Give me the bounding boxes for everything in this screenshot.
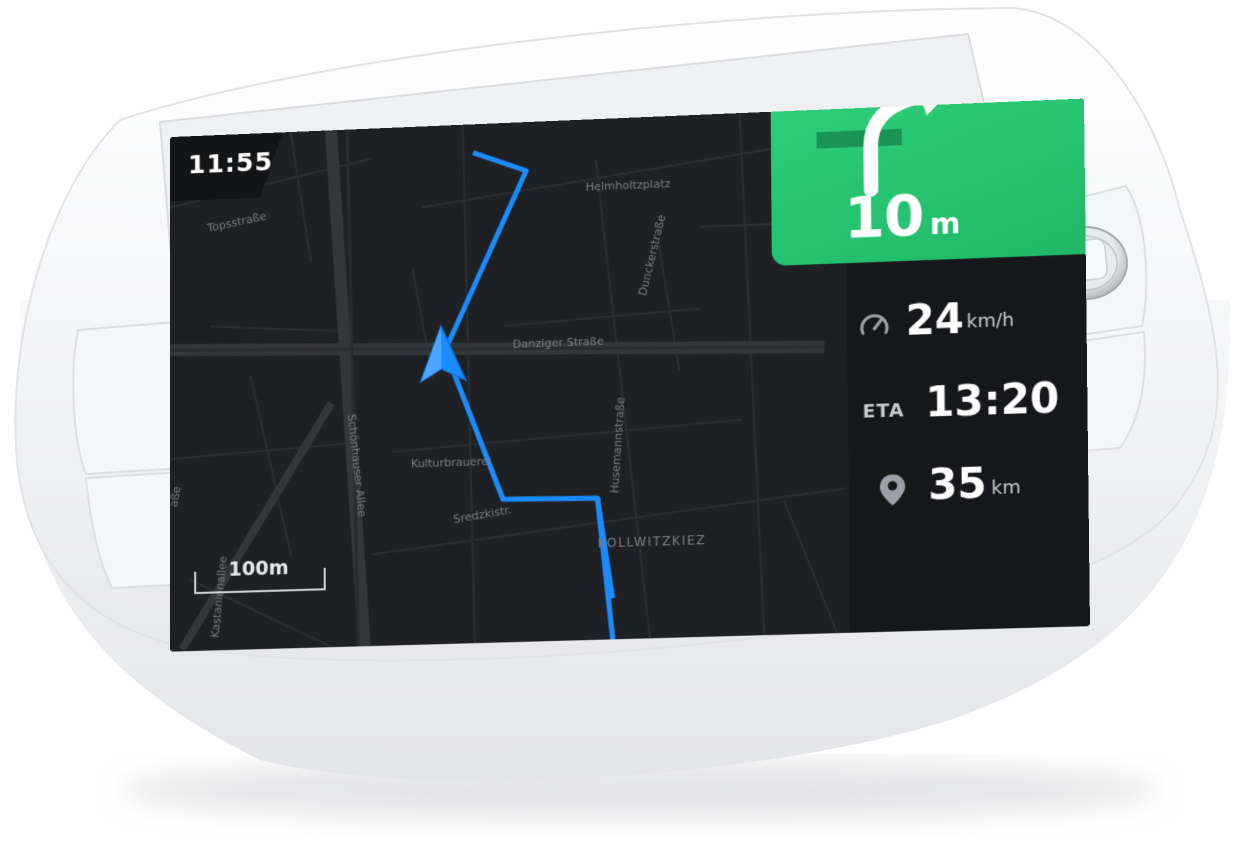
turn-right-arrow-icon bbox=[816, 98, 961, 202]
remaining-distance-stat: 35 km bbox=[848, 452, 1088, 522]
turn-instruction-panel: 10 m bbox=[770, 98, 1086, 266]
clock-time: 11:55 bbox=[188, 146, 274, 180]
speed-stat: 24 km/h bbox=[847, 286, 1087, 356]
map-scale-label: 100m bbox=[228, 556, 289, 581]
turn-distance-unit: m bbox=[929, 206, 960, 242]
turn-distance-value: 10 bbox=[843, 182, 924, 252]
speed-value: 24 bbox=[905, 295, 965, 346]
eta-stat: ETA 13:20 bbox=[848, 371, 1088, 441]
street-label: Kulturbrauerei bbox=[411, 455, 491, 471]
screen-display: Helmholtzplatz Topsstraße Dunckerstraße … bbox=[170, 98, 1090, 652]
remaining-distance-value: 35 bbox=[927, 460, 987, 510]
navigation-screen: Helmholtzplatz Topsstraße Dunckerstraße … bbox=[170, 98, 1090, 662]
speedometer-icon bbox=[858, 308, 892, 342]
trip-stats-panel: 24 km/h ETA 13:20 35 km bbox=[846, 255, 1090, 633]
location-pin-icon bbox=[879, 474, 906, 506]
turn-distance: 10 m bbox=[844, 182, 960, 257]
speed-unit: km/h bbox=[966, 309, 1015, 333]
eta-label: ETA bbox=[862, 399, 905, 423]
eta-value: 13:20 bbox=[925, 374, 1060, 427]
remaining-distance-unit: km bbox=[991, 476, 1021, 500]
